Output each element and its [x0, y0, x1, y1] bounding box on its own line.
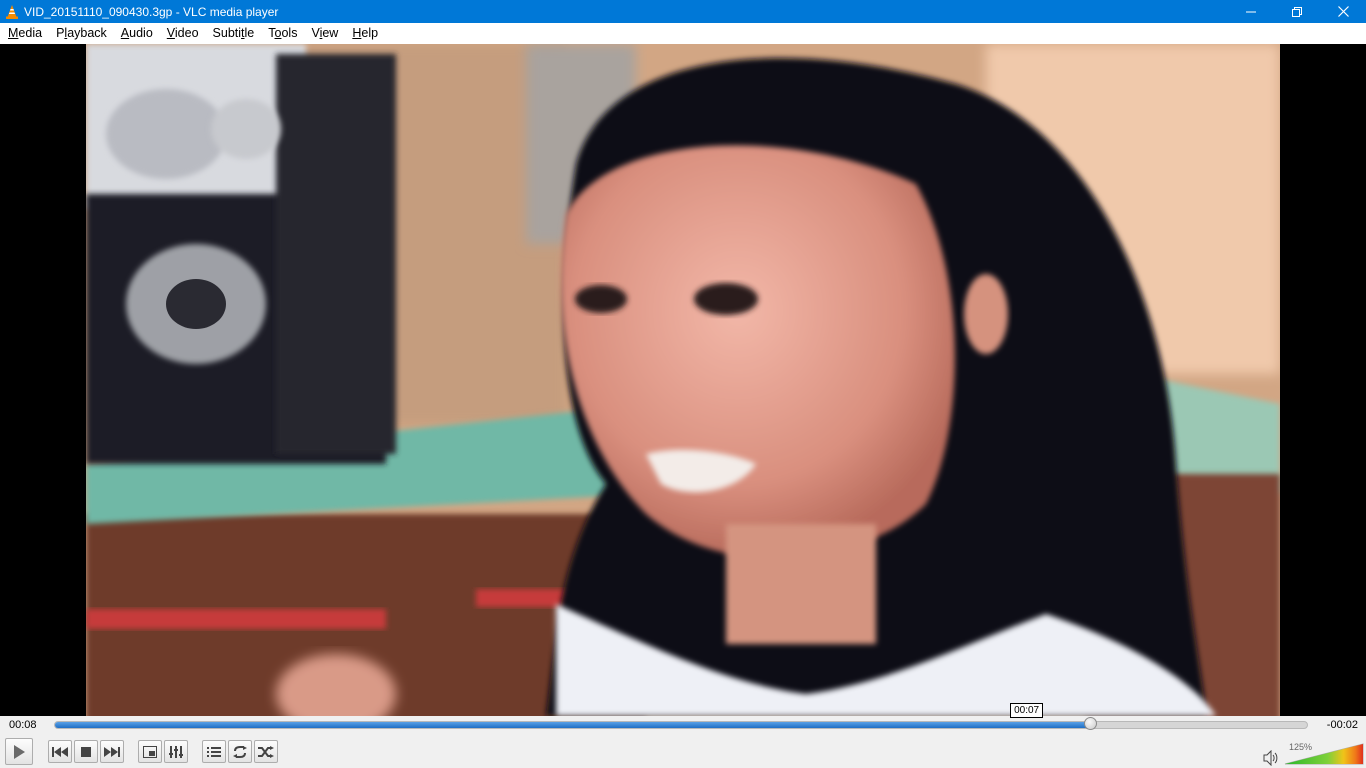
video-picture — [86, 44, 1280, 716]
menu-help[interactable]: Help — [345, 23, 385, 44]
shuffle-icon — [258, 745, 274, 758]
menu-tools[interactable]: Tools — [261, 23, 304, 44]
play-button[interactable] — [5, 738, 33, 765]
next-button[interactable] — [100, 740, 124, 763]
stop-button[interactable] — [74, 740, 98, 763]
previous-button[interactable] — [48, 740, 72, 763]
stop-icon — [81, 746, 91, 757]
seek-bar-fill — [55, 722, 1091, 728]
window-title: VID_20151110_090430.3gp - VLC media play… — [24, 4, 279, 19]
maximize-icon — [1292, 6, 1302, 17]
fullscreen-icon — [143, 745, 157, 758]
play-icon — [14, 744, 25, 759]
menu-audio[interactable]: Audio — [114, 23, 160, 44]
loop-button[interactable] — [228, 740, 252, 763]
remaining-time[interactable]: -00:02 — [1327, 719, 1358, 731]
menu-view[interactable]: View — [304, 23, 345, 44]
next-icon — [104, 746, 120, 757]
minimize-icon — [1246, 11, 1256, 12]
playlist-icon — [207, 746, 221, 757]
seek-time-tooltip: 00:07 — [1010, 703, 1044, 718]
volume-slider-fill — [1285, 744, 1363, 764]
menu-subtitle[interactable]: Subtitle — [206, 23, 262, 44]
shuffle-button[interactable] — [254, 740, 278, 763]
close-icon — [1337, 6, 1349, 17]
previous-icon — [52, 746, 68, 757]
seek-row: 00:08 00:07 -00:02 — [0, 703, 1366, 736]
seek-bar[interactable] — [54, 721, 1308, 729]
video-frame[interactable] — [86, 44, 1280, 716]
vlc-cone-icon — [6, 4, 18, 19]
extended-settings-icon — [169, 745, 183, 758]
close-button[interactable] — [1320, 0, 1366, 23]
menu-bar: Media Playback Audio Video Subtitle Tool… — [0, 23, 1366, 44]
video-area[interactable] — [0, 44, 1366, 716]
minimize-button[interactable] — [1228, 0, 1274, 23]
volume-slider[interactable] — [1284, 743, 1364, 765]
menu-video[interactable]: Video — [160, 23, 206, 44]
extended-settings-button[interactable] — [164, 740, 188, 763]
volume-icon[interactable] — [1263, 750, 1279, 766]
maximize-button[interactable] — [1274, 0, 1320, 23]
menu-media[interactable]: Media — [1, 23, 49, 44]
playlist-button[interactable] — [202, 740, 226, 763]
elapsed-time[interactable]: 00:08 — [9, 719, 37, 731]
seek-handle[interactable] — [1084, 717, 1098, 730]
controls-row: 125% — [0, 736, 1366, 768]
loop-icon — [233, 745, 247, 758]
title-bar: VID_20151110_090430.3gp - VLC media play… — [0, 0, 1366, 23]
menu-playback[interactable]: Playback — [49, 23, 114, 44]
fullscreen-button[interactable] — [138, 740, 162, 763]
window-controls — [1228, 0, 1366, 23]
